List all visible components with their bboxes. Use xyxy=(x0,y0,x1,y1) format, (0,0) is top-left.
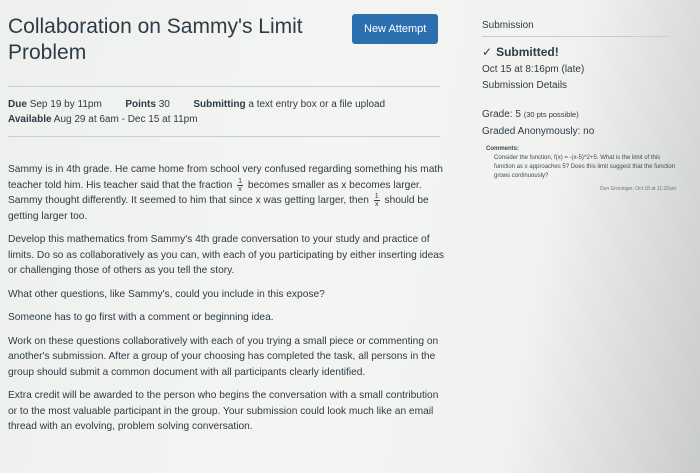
submission-heading: Submission xyxy=(482,20,534,31)
comments-section: Comments: Consider the function, f(x) = … xyxy=(486,145,676,194)
comment-author: Don Groninger, Oct 18 at 11:32am xyxy=(599,186,676,192)
submission-status-text: Submitted! xyxy=(496,45,559,59)
submission-date: Oct 15 at 8:16pm (late) xyxy=(482,64,585,75)
assignment-meta: Due Sep 19 by 11pm Points 30 Submitting … xyxy=(8,97,385,127)
description-paragraph: Sammy is in 4th grade. He came home from… xyxy=(8,162,448,224)
new-attempt-button[interactable]: New Attempt xyxy=(352,14,439,44)
submitting-value: a text entry box or a file upload xyxy=(248,99,386,110)
submission-details-link[interactable]: Submission Details xyxy=(482,80,682,91)
fraction-numerator: 1 xyxy=(373,193,380,202)
graded-anonymously: Graded Anonymously: no xyxy=(482,126,595,137)
fraction-one-over-x: 1x xyxy=(373,193,380,209)
grade: Grade: 5 (30 pts possible) xyxy=(482,109,682,120)
submission-status: ✓ Submitted! xyxy=(482,45,682,59)
divider xyxy=(8,86,440,87)
available-label: Available xyxy=(8,114,52,125)
divider xyxy=(8,136,440,137)
description-paragraph: Develop this mathematics from Sammy's 4t… xyxy=(8,234,445,277)
fraction-denominator: x xyxy=(374,201,379,209)
checkmark-icon: ✓ xyxy=(482,45,493,59)
points-value: 30 xyxy=(158,99,170,110)
submission-sidebar: Submission ✓ Submitted! Oct 15 at 8:16pm … xyxy=(482,20,682,137)
comments-label: Comments: xyxy=(486,146,520,152)
submitting-label: Submitting xyxy=(193,99,246,110)
divider xyxy=(482,36,668,37)
comment-text: Consider the function, f(x) = -(x-5)^2+5… xyxy=(494,155,676,179)
available-value: Aug 29 at 6am - Dec 15 at 11pm xyxy=(53,114,198,125)
due-value: Sep 19 by 11pm xyxy=(29,99,102,110)
assignment-description: Sammy is in 4th grade. He came home from… xyxy=(8,162,448,443)
fraction-one-over-x: 1x xyxy=(237,178,243,193)
points-label: Points xyxy=(125,99,156,110)
meta-row-2: Available Aug 29 at 6am - Dec 15 at 11pm xyxy=(8,112,385,127)
description-paragraph: Extra credit will be awarded to the pers… xyxy=(8,390,439,433)
fraction-denominator: x xyxy=(238,185,242,193)
grade-possible: (30 pts possible) xyxy=(523,110,579,119)
due-label: Due xyxy=(8,99,27,110)
grade-value: 5 xyxy=(515,109,521,120)
meta-row-1: Due Sep 19 by 11pm Points 30 Submitting … xyxy=(8,97,385,112)
description-paragraph: What other questions, like Sammy's, coul… xyxy=(8,288,325,300)
grade-label: Grade: xyxy=(482,109,513,120)
page-title: Collaboration on Sammy's Limit Problem xyxy=(8,15,303,64)
fraction-numerator: 1 xyxy=(237,177,243,186)
description-paragraph: Work on these questions collaboratively … xyxy=(8,335,439,378)
description-paragraph: Someone has to go first with a comment o… xyxy=(8,312,274,324)
